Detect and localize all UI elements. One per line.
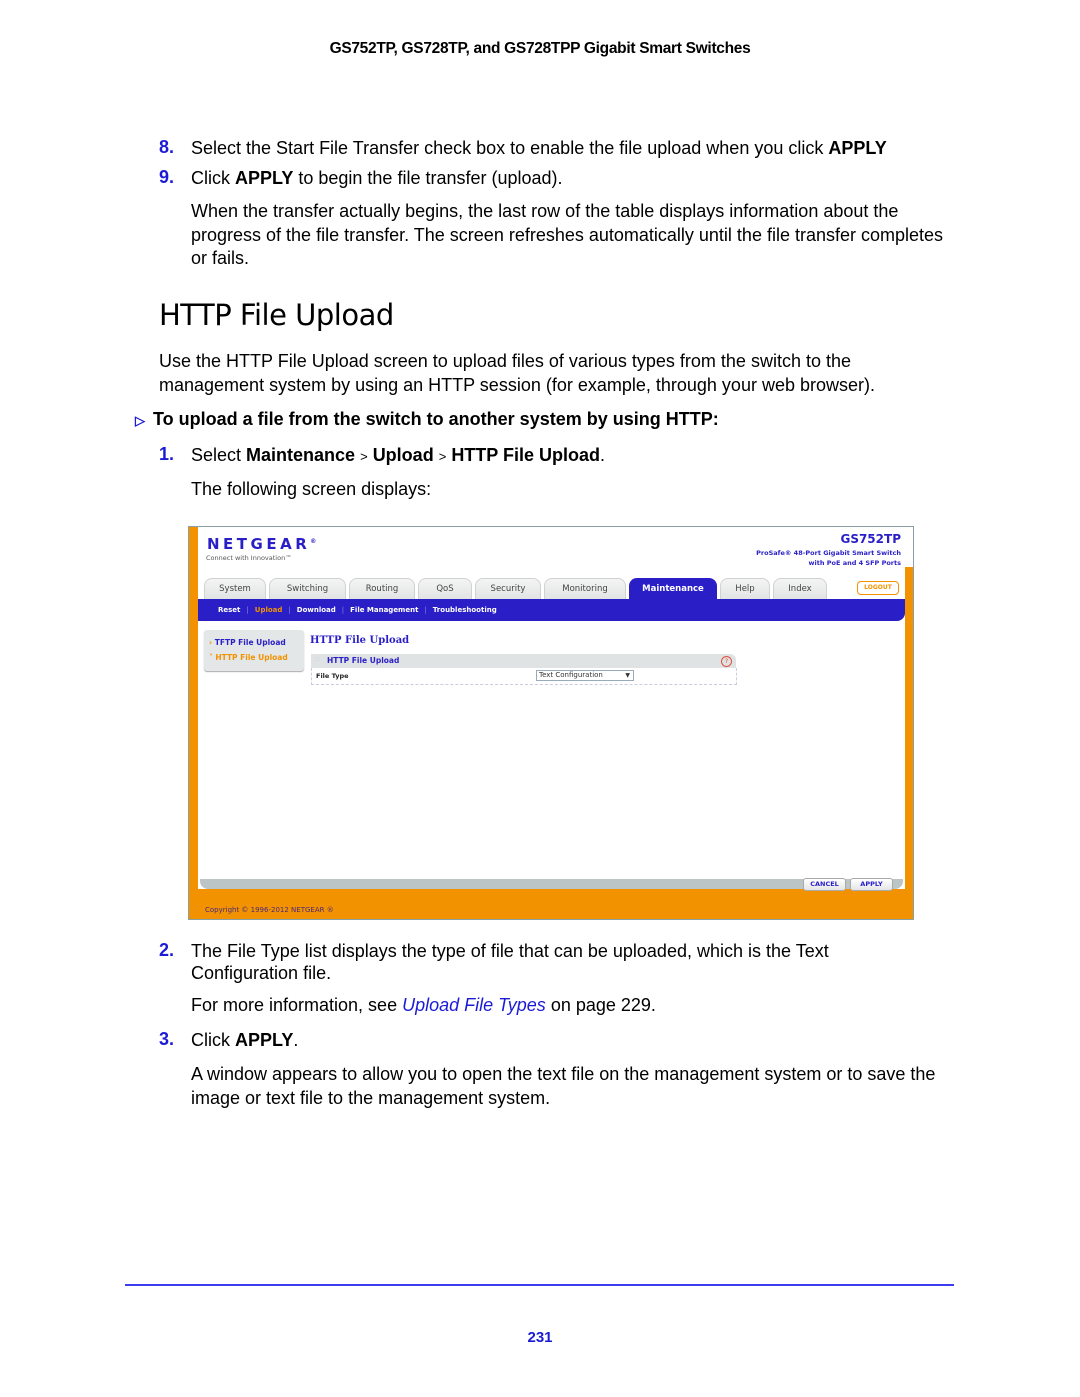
leftnav-http-file-upload[interactable]: ˅ HTTP File Upload <box>209 653 288 662</box>
step-text-plain: Select the Start File Transfer check box… <box>191 138 829 158</box>
page-number: 231 <box>527 1329 553 1346</box>
step-number: 1. <box>159 444 175 464</box>
step-text-plain: For more information, see <box>191 995 403 1015</box>
chevron-down-icon: ˅ <box>209 653 213 662</box>
step-text-plain: Click <box>191 168 235 188</box>
footer-divider <box>125 1284 954 1286</box>
dropdown-arrow-icon: ▼ <box>625 672 630 679</box>
menu-path-separator: > <box>438 449 447 464</box>
procedure-heading: ▷ To upload a file from the switch to ano… <box>135 409 719 430</box>
logout-button[interactable]: LOGOUT <box>857 581 899 595</box>
running-header: GS752TP, GS728TP, and GS728TPP Gigabit S… <box>329 40 751 57</box>
step-text-bold: APPLY <box>235 168 294 188</box>
menu-path-item: HTTP File Upload <box>451 445 600 465</box>
copyright-text: Copyright © 1996-2012 NETGEAR ® <box>205 906 334 914</box>
step-text: Click APPLY. <box>191 1029 961 1053</box>
chevron-right-icon: › <box>209 638 213 647</box>
tab-routing[interactable]: Routing <box>349 578 415 599</box>
upload-file-types-link[interactable]: Upload File Types <box>402 995 546 1015</box>
step-text-bold: APPLY <box>828 138 887 158</box>
subnav-upload[interactable]: Upload <box>255 606 283 614</box>
tab-system[interactable]: System <box>204 578 266 599</box>
step-text-plain: on page 229. <box>545 995 656 1015</box>
arrow-bullet-icon: ▷ <box>135 413 145 428</box>
netgear-logo: NETGEAR® <box>207 535 320 553</box>
sub-navigation: Reset | Upload | Download | File Managem… <box>198 599 905 621</box>
content-area: › TFTP File Upload ˅ HTTP File Upload HT… <box>200 622 903 879</box>
leftnav-label: HTTP File Upload <box>215 653 288 662</box>
step-text: Click APPLY to begin the file transfer (… <box>191 167 961 191</box>
model-description: ProSafe® 48-Port Gigabit Smart Switch wi… <box>756 548 901 568</box>
section-intro: Use the HTTP File Upload screen to uploa… <box>159 351 875 395</box>
panel-title: HTTP File Upload <box>327 656 400 665</box>
section-title: HTTP File Upload <box>159 298 394 332</box>
subnav-reset[interactable]: Reset <box>218 606 240 614</box>
step-text: Select the Start File Transfer check box… <box>191 137 991 161</box>
step-number: 8. <box>159 137 175 157</box>
frame-accent <box>189 527 198 919</box>
model-description-line: with PoE and 4 SFP Ports <box>808 559 901 567</box>
step-text-plain: to begin the file transfer (upload). <box>293 168 563 188</box>
menu-path-separator: > <box>360 449 368 464</box>
leftnav-label: TFTP File Upload <box>214 638 286 647</box>
subnav-file-management[interactable]: File Management <box>350 606 418 614</box>
tab-qos[interactable]: QoS <box>418 578 472 599</box>
step-text-plain: . <box>600 445 606 465</box>
model-name: GS752TP <box>840 532 901 546</box>
main-tabs: System Switching Routing QoS Security Mo… <box>204 578 830 599</box>
procedure-heading-text: To upload a file from the switch to anot… <box>153 409 719 429</box>
brand-name: NETGEAR <box>207 535 311 553</box>
tab-index[interactable]: Index <box>773 578 827 599</box>
step-text: The File Type list displays the type of … <box>191 941 829 983</box>
subnav-troubleshooting[interactable]: Troubleshooting <box>433 606 497 614</box>
subnav-divider: | <box>246 606 249 614</box>
brand-mark: ® <box>310 538 320 545</box>
apply-button[interactable]: APPLY <box>850 878 893 891</box>
brand-tagline: Connect with Innovation™ <box>206 554 292 562</box>
menu-path-item: Maintenance <box>246 445 356 465</box>
cancel-button[interactable]: CANCEL <box>803 878 846 891</box>
subnav-download[interactable]: Download <box>297 606 336 614</box>
step-number: 2. <box>159 940 175 960</box>
menu-path-item: Upload <box>372 445 434 465</box>
file-type-row: File Type Text Configuration ▼ <box>311 668 737 685</box>
step-note: A window appears to allow you to open th… <box>191 1064 936 1108</box>
subnav-divider: | <box>341 606 345 614</box>
tab-security[interactable]: Security <box>475 578 541 599</box>
footer-bar <box>189 889 913 919</box>
leftnav-tftp-file-upload[interactable]: › TFTP File Upload <box>209 638 286 647</box>
panel-header: :: HTTP File Upload ? <box>311 654 736 668</box>
step-text-plain: . <box>293 1030 299 1050</box>
step-text-plain: Click <box>191 1030 235 1050</box>
tab-monitoring[interactable]: Monitoring <box>544 578 626 599</box>
step-note: For more information, see Upload File Ty… <box>191 994 961 1018</box>
step-text-plain: Select <box>191 445 247 465</box>
left-navigation: › TFTP File Upload ˅ HTTP File Upload <box>204 630 304 671</box>
step-note: When the transfer actually begins, the l… <box>191 201 944 268</box>
subnav-divider: | <box>424 606 427 614</box>
frame-accent <box>905 567 913 919</box>
file-type-label: File Type <box>316 672 349 680</box>
tab-switching[interactable]: Switching <box>269 578 346 599</box>
tab-maintenance[interactable]: Maintenance <box>629 578 717 599</box>
step-text-bold: APPLY <box>235 1030 294 1050</box>
file-type-value: Text Configuration <box>539 671 603 679</box>
embedded-screenshot: NETGEAR® Connect with Innovation™ GS752T… <box>188 526 914 920</box>
step-number: 3. <box>159 1029 175 1049</box>
subnav-divider: | <box>288 606 291 614</box>
step-text: Select Maintenance > Upload > HTTP File … <box>191 444 961 469</box>
content-title: HTTP File Upload <box>310 635 410 646</box>
drag-handle-icon: :: <box>315 655 320 663</box>
help-icon[interactable]: ? <box>721 656 732 667</box>
step-number: 9. <box>159 167 175 187</box>
tab-help[interactable]: Help <box>720 578 770 599</box>
step-note: The following screen displays: <box>191 479 432 499</box>
model-description-line: ProSafe® 48-Port Gigabit Smart Switch <box>756 549 901 557</box>
file-type-select[interactable]: Text Configuration ▼ <box>536 670 634 681</box>
